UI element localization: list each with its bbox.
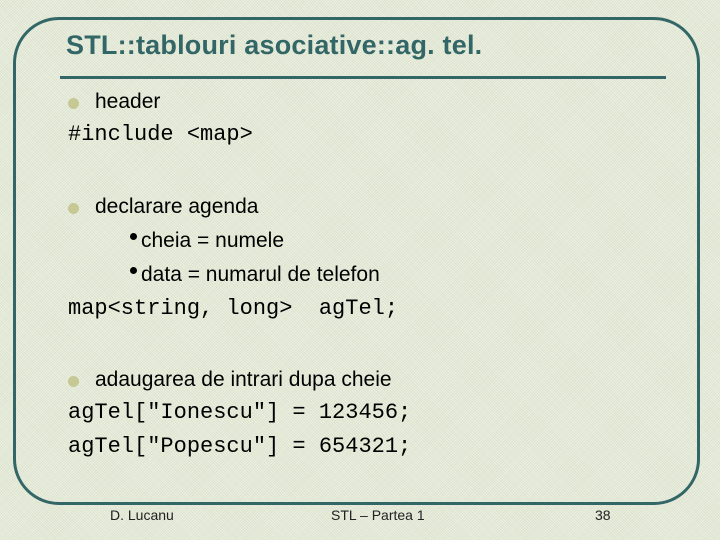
- footer-course: STL – Partea 1: [331, 507, 425, 523]
- footer-author: D. Lucanu: [110, 507, 174, 523]
- subbullet-text: data = numarul de telefon: [141, 263, 380, 286]
- code-line-include: #include <map>: [68, 122, 253, 147]
- code-line-ionescu: agTel["Ionescu"] = 123456;: [68, 400, 412, 425]
- code-line-map-declaration: map<string, long> agTel;: [68, 296, 399, 321]
- subbullet-icon: [130, 266, 137, 274]
- bullet-text: header: [95, 90, 161, 113]
- bullet-icon: [68, 375, 79, 387]
- bullet-icon: [68, 97, 79, 109]
- slide-title: STL::tablouri asociative::ag. tel.: [66, 30, 483, 60]
- bullet-text: declarare agenda: [95, 195, 259, 218]
- subbullet-text: cheia = numele: [141, 229, 285, 252]
- subbullet-data: data = numarul de telefon: [130, 263, 380, 287]
- title-divider: [60, 76, 666, 79]
- bullet-declarare: declarare agenda: [68, 195, 258, 219]
- subbullet-cheia: cheia = numele: [130, 229, 284, 253]
- code-line-popescu: agTel["Popescu"] = 654321;: [68, 434, 412, 459]
- bullet-header: header: [68, 90, 160, 114]
- footer-page-number: 38: [595, 507, 611, 523]
- subbullet-icon: [130, 232, 137, 240]
- bullet-icon: [68, 202, 79, 214]
- bullet-text: adaugarea de intrari dupa cheie: [95, 368, 392, 391]
- bullet-adaugarea: adaugarea de intrari dupa cheie: [68, 368, 392, 392]
